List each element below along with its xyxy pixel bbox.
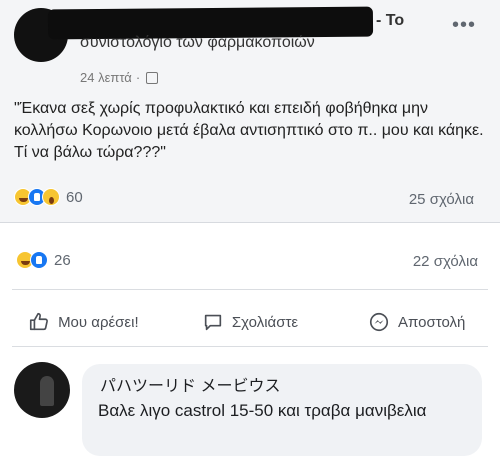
thumbs-up-icon	[29, 312, 48, 331]
divider	[12, 346, 488, 347]
embedded-reaction-count: 60	[66, 188, 83, 206]
commenter-name[interactable]: パハツーリド メービウス	[100, 372, 280, 396]
embedded-post-text: "Έκανα σεξ χωρίς προφυλακτικό και επειδή…	[14, 100, 484, 161]
meta-separator: ·	[135, 70, 141, 85]
embedded-comment-count[interactable]: 25 σχόλια	[409, 191, 474, 208]
post-reactions[interactable]: 26	[16, 251, 71, 269]
post-comment-count[interactable]: 22 σχόλια	[413, 253, 478, 270]
embedded-reactions[interactable]: 60	[14, 188, 83, 206]
divider	[12, 289, 488, 290]
post-time[interactable]: 24 λεπτά	[80, 70, 132, 85]
share-label: Αποστολή	[398, 313, 466, 331]
group-name-link[interactable]: συνιστολόγιο των φαρμακοποιών	[80, 34, 315, 52]
comment-text: Βαλε λιγο castrol 15-50 και τραβα μανιβε…	[98, 401, 427, 420]
comment-button[interactable]: Σχολιάστε	[167, 300, 334, 344]
post-meta: 24 λεπτά ·	[80, 70, 159, 85]
group-prefix: - Το	[376, 12, 405, 29]
share-button[interactable]: Αποστολή	[333, 300, 500, 344]
messenger-icon	[369, 312, 389, 332]
post-reaction-count: 26	[54, 251, 71, 269]
comment-label: Σχολιάστε	[231, 313, 299, 331]
like-reaction-icon	[30, 251, 48, 269]
commenter-avatar[interactable]	[14, 362, 70, 418]
more-dots-icon[interactable]: •••	[452, 15, 476, 35]
avatar-figure	[40, 376, 54, 406]
group-privacy-icon	[146, 71, 159, 84]
comment-bubble-icon	[204, 314, 222, 331]
action-bar: Μου αρέσει! Σχολιάστε Αποστολή	[0, 300, 500, 344]
like-button[interactable]: Μου αρέσει!	[0, 300, 167, 344]
like-label: Μου αρέσει!	[58, 313, 139, 331]
embedded-post: - Το ••• συνιστολόγιο των φαρμακοποιών 2…	[0, 0, 500, 223]
wow-reaction-icon	[42, 188, 60, 206]
